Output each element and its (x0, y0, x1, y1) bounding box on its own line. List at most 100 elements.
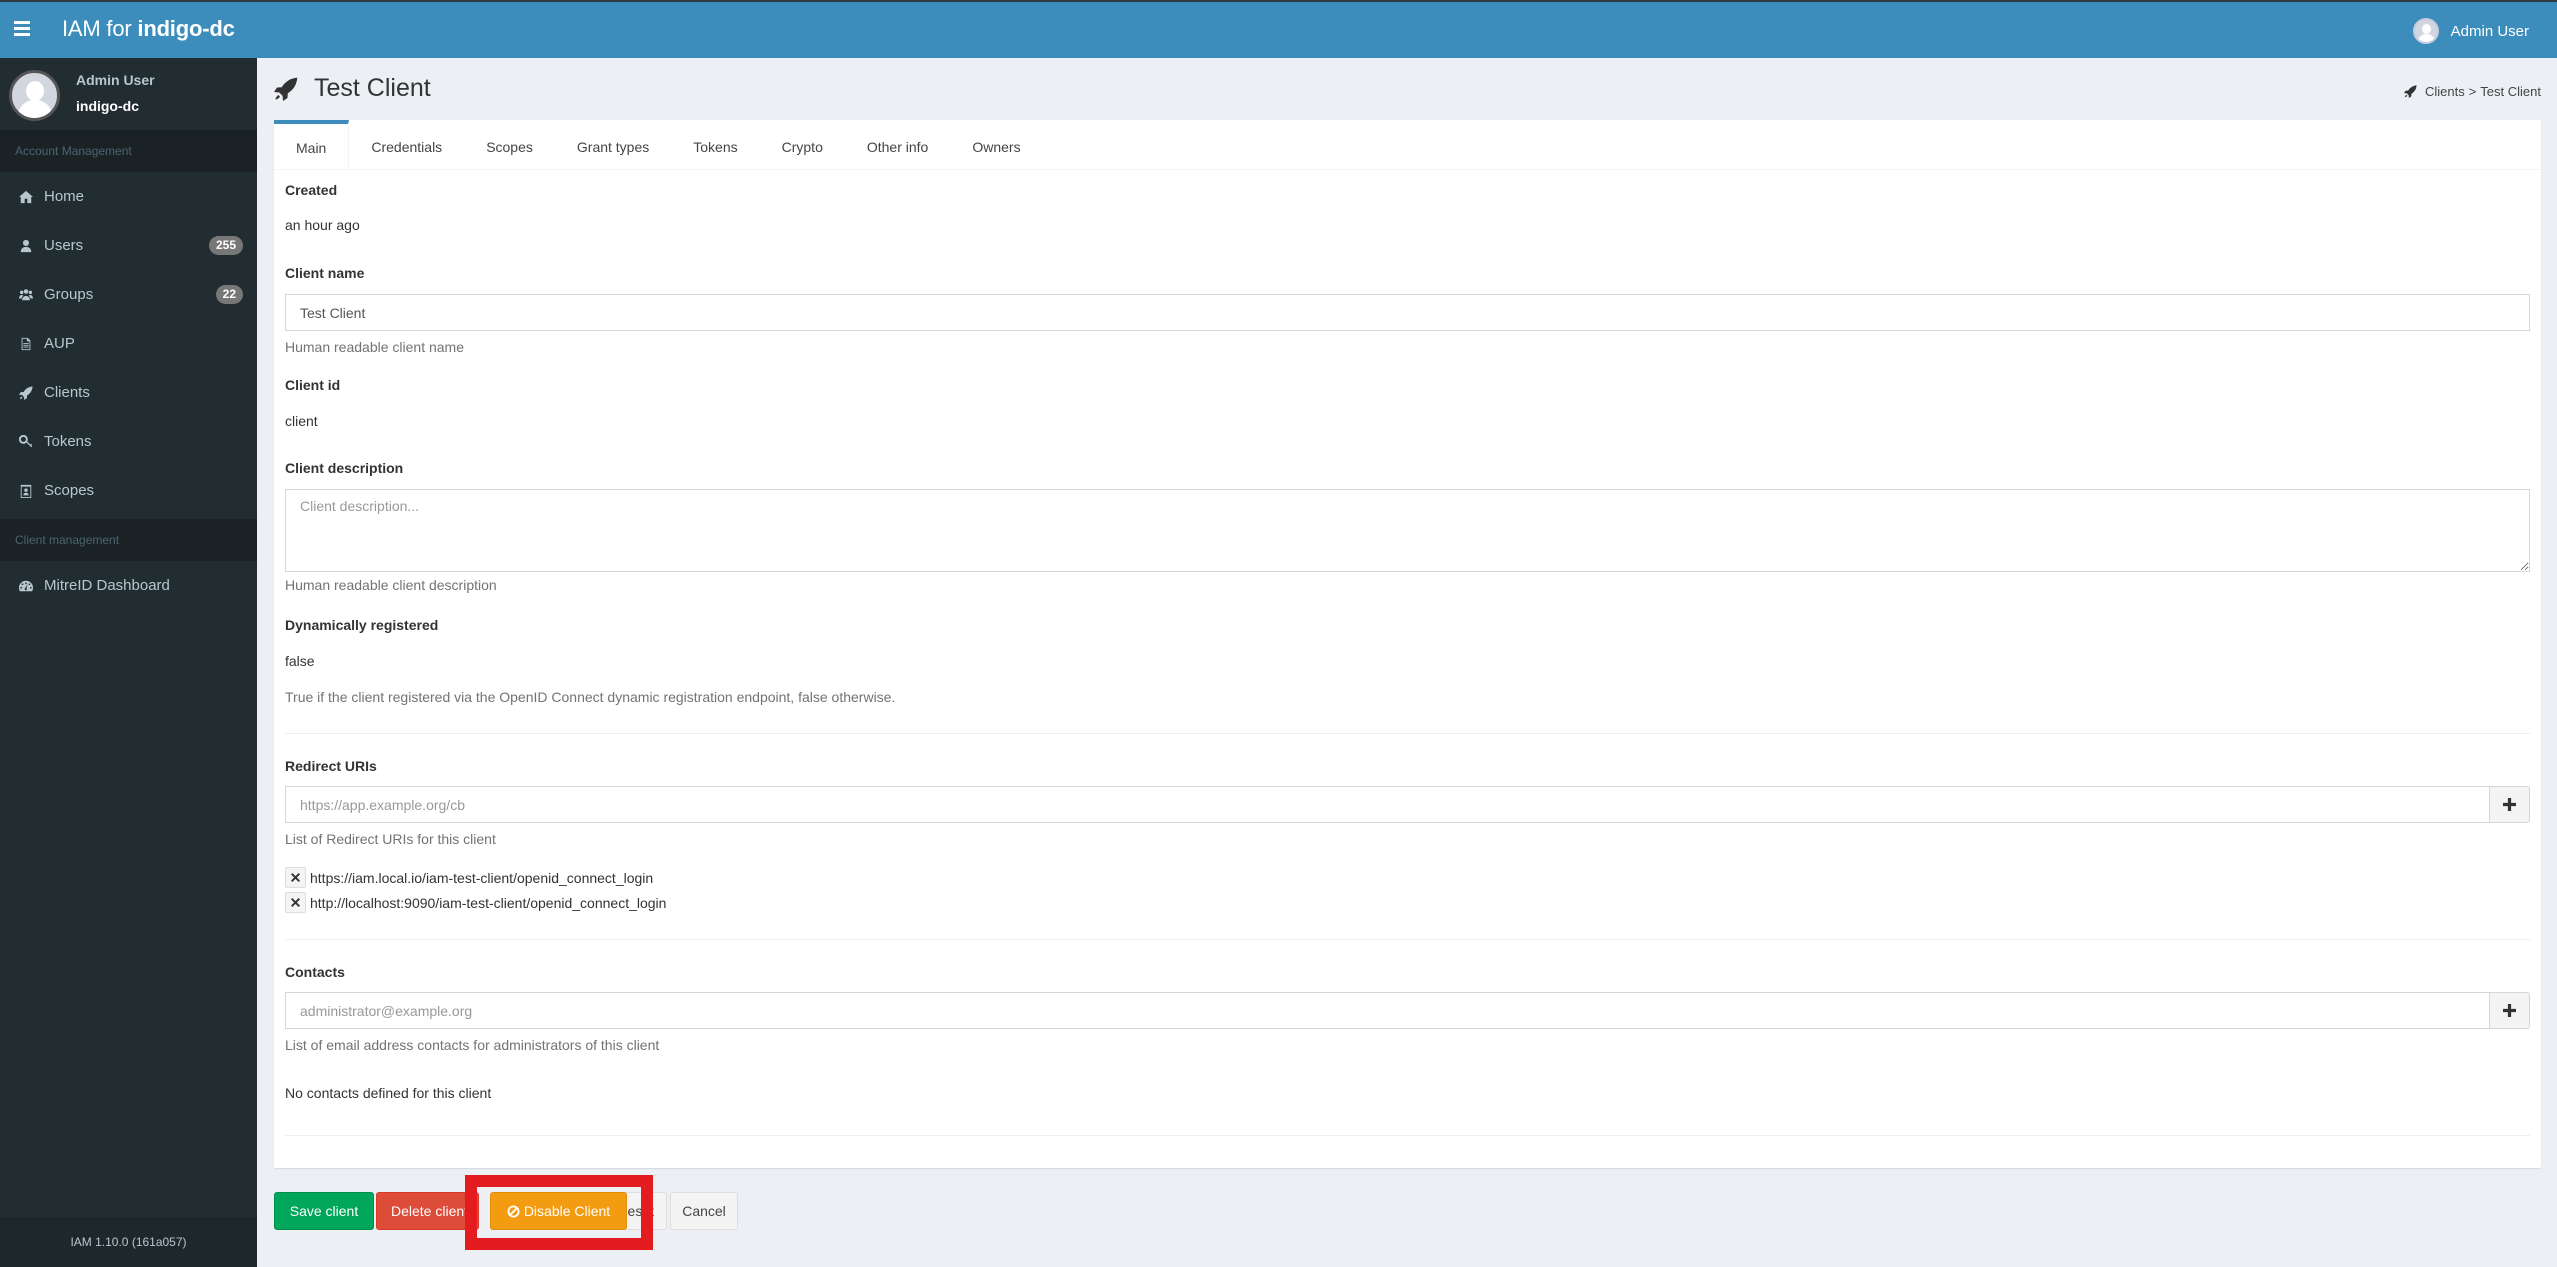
close-icon (291, 898, 300, 907)
contacts-help: List of email address contacts for admin… (285, 1037, 660, 1053)
key-icon (18, 434, 34, 450)
tab-main[interactable]: Main (274, 120, 350, 169)
sidebar-item-aup[interactable]: AUP (0, 319, 257, 368)
section-divider (285, 939, 2530, 940)
section-divider (285, 1135, 2530, 1136)
plus-icon (2503, 1004, 2516, 1017)
save-client-button[interactable]: Save client (274, 1192, 374, 1230)
breadcrumb-current: Test Client (2480, 84, 2541, 99)
tab-scopes[interactable]: Scopes (464, 120, 555, 169)
redirect-uri-item: http://localhost:9090/iam-test-client/op… (285, 892, 666, 913)
rocket-icon (18, 385, 34, 401)
sidebar-user-panel: Admin User indigo-dc (0, 58, 257, 130)
redirect-uris-help: List of Redirect URIs for this client (285, 831, 496, 847)
sidebar-item-home[interactable]: Home (0, 172, 257, 221)
redirect-uri-value: https://iam.local.io/iam-test-client/ope… (310, 869, 654, 886)
disable-client-button[interactable]: Disable Client (490, 1192, 627, 1230)
sidebar-item-label: MitreID Dashboard (44, 577, 170, 594)
user-avatar-icon (2412, 18, 2439, 44)
sidebar-toggle-button[interactable] (14, 18, 30, 38)
client-name-help: Human readable client name (285, 339, 464, 355)
tab-owners[interactable]: Owners (950, 120, 1042, 169)
cancel-button[interactable]: Cancel (670, 1192, 738, 1230)
breadcrumb-clients-link[interactable]: Clients (2425, 84, 2465, 99)
avatar (9, 70, 60, 121)
contact-email-input[interactable] (285, 992, 2490, 1029)
disable-client-label: Disable Client (523, 1203, 611, 1219)
hamburger-icon-bar (14, 33, 30, 36)
remove-redirect-uri-button[interactable] (285, 867, 306, 888)
client-id-label: Client id (285, 377, 341, 393)
home-icon (18, 189, 34, 205)
dynamically-registered-help: True if the client registered via the Op… (285, 689, 896, 705)
redirect-uris-label: Redirect URIs (285, 758, 377, 774)
client-name-label: Client name (285, 265, 365, 281)
sidebar-section-client-management: Client management (0, 519, 257, 561)
user-menu[interactable]: Admin User (2412, 18, 2529, 44)
version-footer: IAM 1.10.0 (161a057) (0, 1217, 257, 1267)
dynamically-registered-label: Dynamically registered (285, 617, 439, 633)
client-edit-box: Main Credentials Scopes Grant types Toke… (274, 120, 2541, 1168)
sidebar-user-org: indigo-dc (76, 98, 139, 114)
ban-icon (507, 1204, 520, 1218)
page-title: Test Client (274, 74, 431, 103)
tab-crypto[interactable]: Crypto (760, 120, 845, 169)
client-description-help: Human readable client description (285, 577, 497, 593)
rocket-icon (274, 77, 298, 101)
section-divider (285, 733, 2530, 734)
client-tabs: Main Credentials Scopes Grant types Toke… (274, 120, 2541, 170)
tab-credentials[interactable]: Credentials (349, 120, 464, 169)
sidebar-item-mitreid-dashboard[interactable]: MitreID Dashboard (0, 561, 257, 610)
sidebar-item-users[interactable]: Users 255 (0, 221, 257, 270)
rocket-icon (2403, 85, 2417, 98)
app-brand[interactable]: IAM for indigo-dc (62, 16, 235, 42)
sidebar-item-label: Scopes (44, 482, 95, 499)
sidebar-item-label: Clients (44, 384, 90, 401)
tab-other-info[interactable]: Other info (845, 120, 950, 169)
remove-redirect-uri-button[interactable] (285, 892, 306, 913)
users-icon (18, 287, 34, 303)
tab-tokens[interactable]: Tokens (671, 120, 759, 169)
brand-org: indigo-dc (137, 16, 235, 41)
client-id-value: client (285, 413, 318, 429)
client-description-label: Client description (285, 460, 404, 476)
client-name-input[interactable] (285, 294, 2530, 331)
dashboard-icon (18, 578, 34, 594)
tab-grant-types[interactable]: Grant types (555, 120, 671, 169)
sidebar-item-label: Groups (44, 286, 94, 303)
redirect-uri-value: http://localhost:9090/iam-test-client/op… (310, 894, 667, 911)
sidebar-item-tokens[interactable]: Tokens (0, 417, 257, 466)
sidebar-item-clients[interactable]: Clients (0, 368, 257, 417)
plus-icon (2503, 798, 2516, 811)
no-contacts-message: No contacts defined for this client (285, 1085, 492, 1101)
sidebar-user-name: Admin User (76, 72, 155, 88)
add-redirect-uri-button[interactable] (2490, 786, 2530, 823)
sidebar: Admin User indigo-dc Account Management … (0, 58, 257, 1267)
user-menu-name: Admin User (2450, 22, 2529, 40)
client-description-textarea[interactable] (285, 489, 2530, 572)
redirect-uri-input[interactable] (285, 786, 2490, 823)
redirect-uri-input-group (285, 786, 2530, 823)
sidebar-item-groups[interactable]: Groups 22 (0, 270, 257, 319)
contact-input-group (285, 992, 2530, 1029)
brand-prefix: IAM for (62, 16, 138, 41)
hamburger-icon-bar (14, 27, 30, 30)
groups-count-badge: 22 (215, 285, 243, 304)
sidebar-section-account-management: Account Management (0, 130, 257, 172)
page-title-text: Test Client (314, 74, 431, 102)
sidebar-item-scopes[interactable]: Scopes (0, 466, 257, 515)
top-navbar: IAM for indigo-dc Admin User (0, 0, 2557, 58)
delete-client-button[interactable]: Delete client (376, 1192, 479, 1230)
hamburger-icon-bar (14, 21, 30, 24)
sidebar-item-label: Tokens (44, 433, 92, 450)
created-label: Created (285, 182, 338, 198)
sidebar-item-label: AUP (44, 335, 75, 352)
add-contact-button[interactable] (2490, 992, 2530, 1029)
badge-icon (18, 483, 34, 499)
document-icon (18, 336, 34, 352)
dynamically-registered-value: false (285, 653, 315, 669)
created-value: an hour ago (285, 217, 360, 233)
breadcrumb-separator: > (2468, 84, 2477, 99)
users-count-badge: 255 (208, 236, 243, 255)
sidebar-item-label: Users (44, 237, 84, 254)
